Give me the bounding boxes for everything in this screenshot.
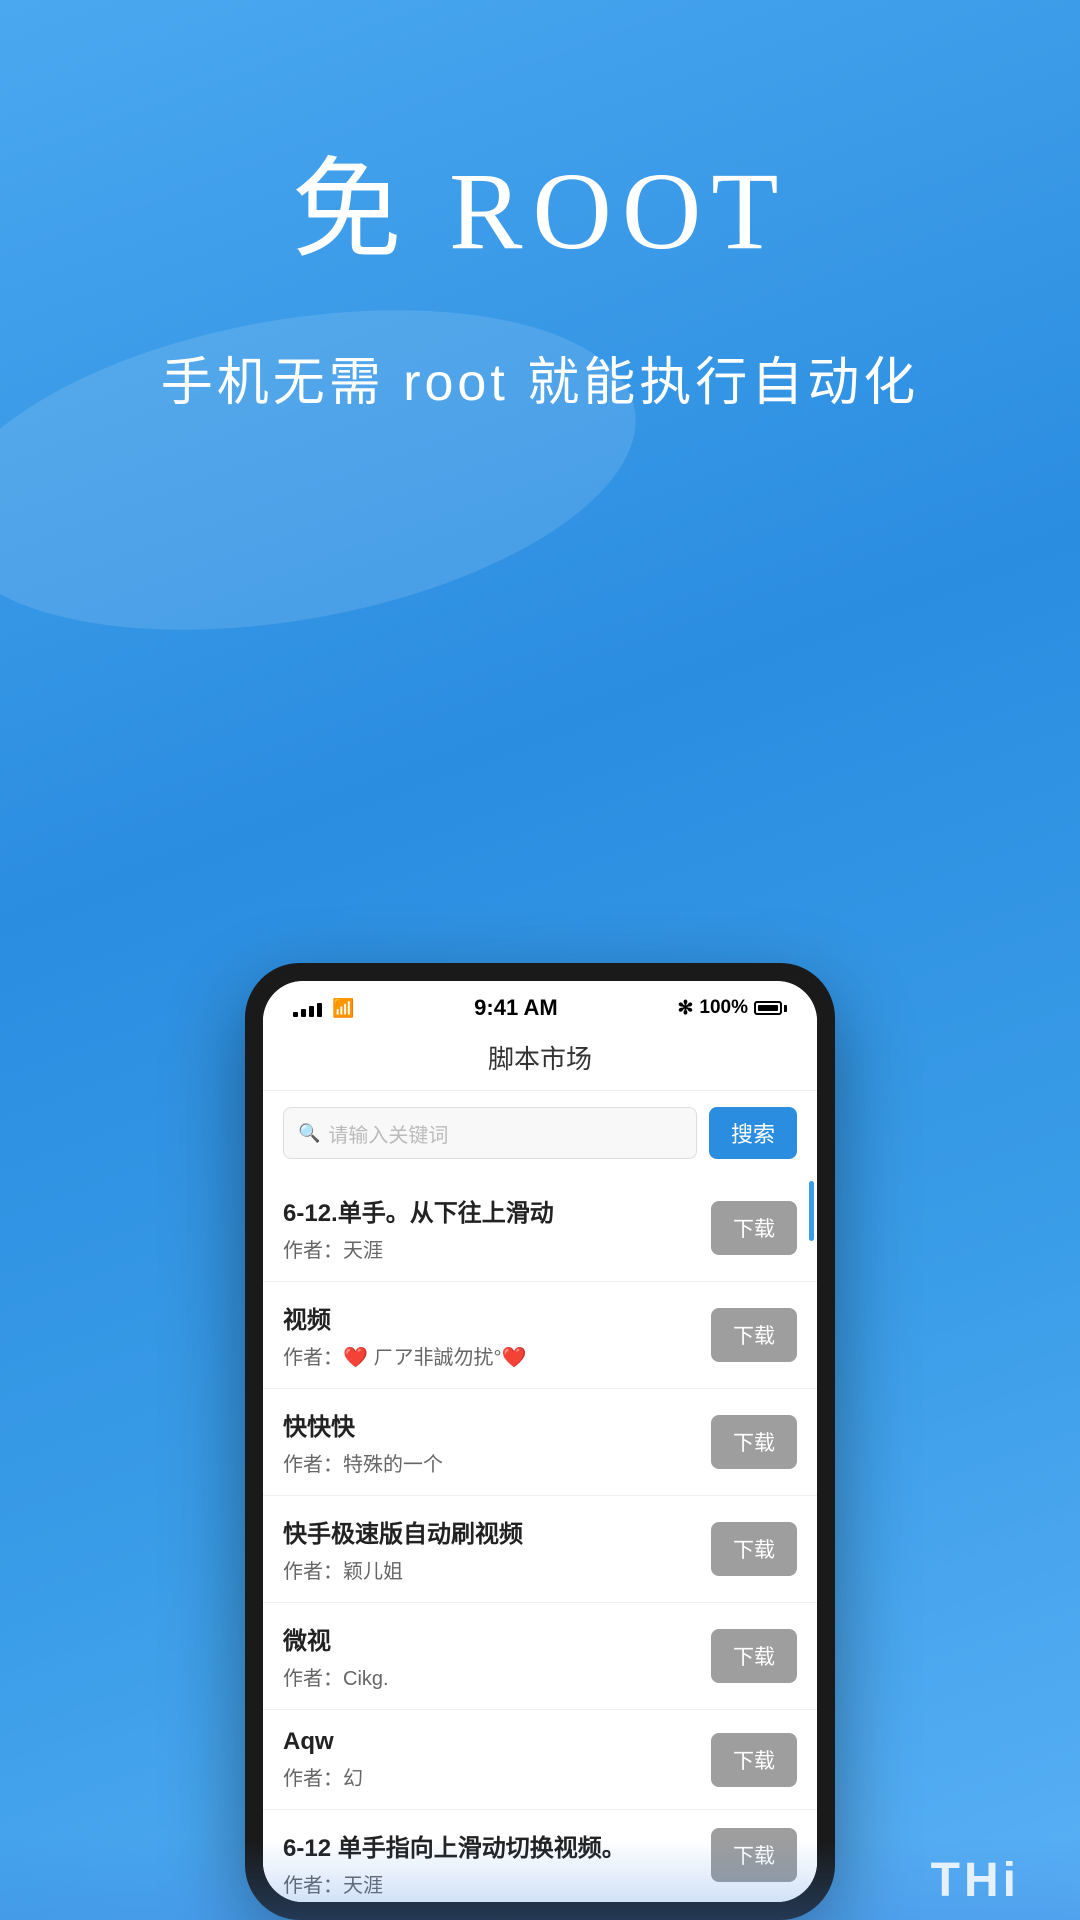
wifi-icon: 📶 [332, 998, 354, 1019]
main-title: 免 ROOT [0, 120, 1080, 280]
status-right: ✻ 100% [677, 997, 787, 1020]
list-item: 视频 作者：❤️ ㄏア非誠勿扰°❤️ 下载 [263, 1282, 817, 1389]
script-info: 6-12.单手。从下往上滑动 作者：天涯 [283, 1193, 711, 1263]
script-name: 微视 [283, 1621, 711, 1656]
battery-icon [754, 1001, 787, 1015]
search-input-wrapper[interactable]: 🔍 请输入关键词 [283, 1107, 697, 1159]
script-info: 视频 作者：❤️ ㄏア非誠勿扰°❤️ [283, 1300, 711, 1370]
thi-watermark: THi [931, 1853, 1020, 1908]
phone-mockup-container: 📶 9:41 AM ✻ 100% 脚本市场 [245, 963, 835, 1920]
download-button[interactable]: 下载 [711, 1733, 797, 1787]
script-name: 快手极速版自动刷视频 [283, 1514, 711, 1549]
bluetooth-icon: ✻ [677, 997, 693, 1020]
script-author: 作者：天涯 [283, 1234, 711, 1263]
app-title: 脚本市场 [488, 1044, 592, 1074]
script-info: Aqw 作者：幻 [283, 1728, 711, 1791]
download-button[interactable]: 下载 [711, 1415, 797, 1469]
search-button[interactable]: 搜索 [709, 1107, 797, 1159]
script-info: 快快快 作者：特殊的一个 [283, 1407, 711, 1477]
list-item: Aqw 作者：幻 下载 [263, 1710, 817, 1810]
signal-bar-3 [309, 1006, 314, 1017]
signal-bar-2 [301, 1009, 306, 1017]
status-left: 📶 [293, 998, 354, 1019]
download-button[interactable]: 下载 [711, 1522, 797, 1576]
script-name: 快快快 [283, 1407, 711, 1442]
phone-mockup: 📶 9:41 AM ✻ 100% 脚本市场 [245, 963, 835, 1920]
download-button[interactable]: 下载 [711, 1308, 797, 1362]
search-placeholder: 请输入关键词 [328, 1119, 448, 1148]
script-info: 微视 作者：Cikg. [283, 1621, 711, 1691]
script-name: 6-12.单手。从下往上滑动 [283, 1193, 711, 1228]
sub-title: 手机无需 root 就能执行自动化 [0, 340, 1080, 415]
script-author: 作者：特殊的一个 [283, 1448, 711, 1477]
scroll-indicator [809, 1181, 814, 1241]
battery-body [754, 1001, 782, 1015]
app-header: 脚本市场 [263, 1029, 817, 1091]
list-item: 6-12.单手。从下往上滑动 作者：天涯 下载 [263, 1175, 817, 1282]
signal-bar-4 [317, 1003, 322, 1017]
list-item: 快快快 作者：特殊的一个 下载 [263, 1389, 817, 1496]
search-section: 🔍 请输入关键词 搜索 [263, 1091, 817, 1175]
script-author: 作者：颖儿姐 [283, 1555, 711, 1584]
download-button[interactable]: 下载 [711, 1629, 797, 1683]
battery-fill [758, 1005, 778, 1011]
phone-screen: 📶 9:41 AM ✻ 100% 脚本市场 [263, 981, 817, 1902]
list-item: 快手极速版自动刷视频 作者：颖儿姐 下载 [263, 1496, 817, 1603]
bottom-watermark-area: THi [0, 1840, 1080, 1920]
signal-bars-icon [293, 999, 322, 1017]
script-author: 作者：❤️ ㄏア非誠勿扰°❤️ [283, 1341, 711, 1370]
script-author: 作者：Cikg. [283, 1662, 711, 1691]
script-name: 视频 [283, 1300, 711, 1335]
signal-bar-1 [293, 1012, 298, 1017]
download-button[interactable]: 下载 [711, 1201, 797, 1255]
search-icon: 🔍 [298, 1123, 320, 1144]
script-list: 6-12.单手。从下往上滑动 作者：天涯 下载 视频 作者：❤️ ㄏア非誠勿扰°… [263, 1175, 817, 1902]
script-author: 作者：幻 [283, 1762, 711, 1791]
script-info: 快手极速版自动刷视频 作者：颖儿姐 [283, 1514, 711, 1584]
status-time: 9:41 AM [474, 995, 558, 1021]
status-bar: 📶 9:41 AM ✻ 100% [263, 981, 817, 1029]
list-item: 微视 作者：Cikg. 下载 [263, 1603, 817, 1710]
battery-percent: 100% [699, 997, 748, 1019]
battery-tip [784, 1005, 787, 1012]
script-name: Aqw [283, 1728, 711, 1756]
header-section: 免 ROOT 手机无需 root 就能执行自动化 [0, 0, 1080, 415]
